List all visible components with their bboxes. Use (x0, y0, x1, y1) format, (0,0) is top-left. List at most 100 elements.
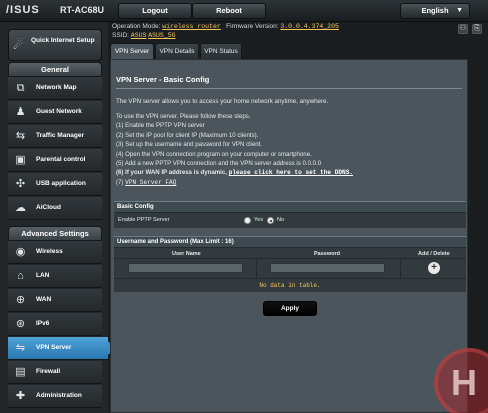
tab-vpn-details[interactable]: VPN Details (155, 43, 199, 59)
column-divider (256, 259, 257, 278)
add-user-button[interactable]: + (428, 262, 440, 274)
usb-status-icon[interactable]: ⎘ (472, 24, 482, 34)
op-mode-link[interactable]: wireless router (162, 23, 221, 30)
title-divider (116, 88, 462, 89)
guest-network-icon: ♟ (15, 106, 26, 118)
sidebar-item-traffic-manager[interactable]: ⇆ Traffic Manager (8, 125, 102, 148)
basic-config-header: Basic Config (114, 201, 466, 212)
parental-control-icon: ▣ (15, 154, 26, 166)
status-icons: ⚇ ⎘ (458, 24, 482, 34)
sidebar-item-label: AiCloud (36, 204, 61, 211)
step-7-prefix: (7) (116, 178, 124, 186)
wan-icon: ⊕ (15, 294, 26, 306)
quick-setup-icon: ☄ (13, 38, 24, 52)
password-input[interactable] (270, 263, 385, 273)
aicloud-icon: ☁ (15, 202, 26, 214)
language-select[interactable]: English ▼ (400, 3, 470, 19)
internet-status-icon[interactable]: ⚇ (458, 24, 468, 34)
enable-pptp-row: Enable PPTP Server Yes No (114, 212, 466, 228)
quick-setup-label: Quick Internet Setup (31, 37, 95, 44)
sidebar-item-label: Firewall (36, 368, 61, 375)
chevron-down-icon: ▼ (456, 7, 463, 14)
col-password: Password (314, 251, 340, 257)
page-title: VPN Server - Basic Config (116, 75, 210, 84)
no-data-text: No data in table. (259, 282, 321, 289)
sidebar-item-label: USB application (36, 180, 86, 187)
sidebar-item-label: Guest Network (36, 108, 82, 115)
firmware-label: Firmware Version: (226, 23, 279, 30)
administration-icon: ✚ (15, 390, 26, 402)
advanced-settings-section-header: Advanced Settings (8, 226, 102, 241)
apply-button[interactable]: Apply (263, 301, 317, 316)
enable-yes-radio[interactable] (244, 217, 251, 224)
ssid-24g[interactable]: ASUS (131, 32, 147, 39)
username-password-header: Username and Password (Max Limit : 16) (114, 236, 466, 247)
firewall-icon: ▤ (15, 366, 26, 378)
reboot-button[interactable]: Reboot (192, 3, 266, 19)
enable-yes-label: Yes (254, 217, 264, 223)
step-1: (1) Enable the PPTP VPN server (116, 122, 205, 130)
vpn-server-icon: ⇋ (15, 342, 26, 354)
step-6-text: (6) If your WAN IP address is dynamic, (116, 169, 227, 177)
sidebar-item-vpn-server[interactable]: ⇋ VPN Server (8, 337, 115, 360)
firmware-link[interactable]: 3.0.0.4.374_205 (280, 23, 339, 30)
general-section-header: General (8, 62, 102, 77)
step-2: (2) Set the IP pool for client IP (Maxim… (116, 131, 259, 139)
step-5: (5) Add a new PPTP VPN connection and th… (116, 160, 322, 168)
step-7: (7) VPN Server FAQ (116, 178, 353, 187)
user-table-empty-row: No data in table. (114, 278, 466, 292)
vpn-faq-link[interactable]: VPN Server FAQ (125, 179, 176, 186)
sidebar-item-wan[interactable]: ⊕ WAN (8, 289, 102, 312)
sidebar-item-firewall[interactable]: ▤ Firewall (8, 361, 102, 384)
sidebar-item-label: Network Map (36, 84, 77, 91)
enable-no-label: No (277, 217, 285, 223)
step-3: (3) Set up the username and password for… (116, 141, 262, 149)
language-value: English (421, 6, 449, 15)
main-panel: VPN Server - Basic Config The VPN server… (110, 59, 468, 413)
user-table-header-row: User Name Password Add / Delete (114, 247, 466, 258)
ipv6-icon: ⊛ (15, 318, 26, 330)
enable-no-radio[interactable] (267, 217, 274, 224)
logout-button[interactable]: Logout (118, 3, 192, 19)
column-divider (400, 259, 401, 278)
sidebar: ☄ Quick Internet Setup General ⧉ Network… (0, 22, 115, 413)
enable-pptp-label: Enable PPTP Server (118, 217, 170, 223)
sidebar-item-label: Administration (36, 392, 82, 399)
sidebar-item-administration[interactable]: ✚ Administration (8, 385, 102, 408)
sidebar-item-label: VPN Server (36, 344, 72, 351)
sidebar-item-wireless[interactable]: ◉ Wireless (8, 241, 102, 264)
watermark-letter: H (451, 362, 477, 403)
sidebar-item-ipv6[interactable]: ⊛ IPv6 (8, 313, 102, 336)
sidebar-item-parental-control[interactable]: ▣ Parental control (8, 149, 102, 172)
asus-logo: /ISUS (6, 4, 40, 16)
instructions: To use the VPN server. Please follow the… (116, 112, 353, 187)
ssid-5g[interactable]: ASUS_5G (148, 32, 175, 39)
usb-application-icon: ✣ (15, 178, 26, 190)
user-input-row: + (114, 258, 466, 278)
sidebar-item-network-map[interactable]: ⧉ Network Map (8, 77, 102, 100)
username-input[interactable] (128, 263, 243, 273)
sidebar-item-lan[interactable]: ⌂ LAN (8, 265, 102, 288)
col-add-delete: Add / Delete (418, 251, 450, 257)
sidebar-item-aicloud[interactable]: ☁ AiCloud (8, 197, 102, 220)
quick-internet-setup-button[interactable]: ☄ Quick Internet Setup (8, 29, 102, 61)
top-bar: /ISUS RT-AC68U Logout Reboot English ▼ (0, 0, 488, 22)
sidebar-item-usb-application[interactable]: ✣ USB application (8, 173, 102, 196)
op-mode-label: Operation Mode: (112, 23, 161, 30)
sidebar-item-guest-network[interactable]: ♟ Guest Network (8, 101, 102, 124)
sidebar-item-label: IPv6 (36, 320, 50, 327)
ddns-link[interactable]: please click here to set the DDNS. (229, 169, 353, 176)
sidebar-item-label: Wireless (36, 248, 63, 255)
sidebar-item-label: LAN (36, 272, 50, 279)
col-user-name: User Name (172, 251, 201, 257)
wireless-icon: ◉ (15, 246, 26, 258)
step-4: (4) Open the VPN connection program on y… (116, 150, 312, 158)
lan-icon: ⌂ (17, 270, 24, 282)
steps-intro: To use the VPN server. Please follow the… (116, 113, 251, 120)
status-bar: Operation Mode: wireless router Firmware… (112, 23, 339, 40)
sidebar-item-label: WAN (36, 296, 52, 303)
tab-vpn-status[interactable]: VPN Status (200, 43, 242, 59)
intro-text: The VPN server allows you to access your… (116, 98, 329, 105)
traffic-manager-icon: ⇆ (15, 130, 26, 142)
tab-vpn-server[interactable]: VPN Server (110, 43, 154, 59)
